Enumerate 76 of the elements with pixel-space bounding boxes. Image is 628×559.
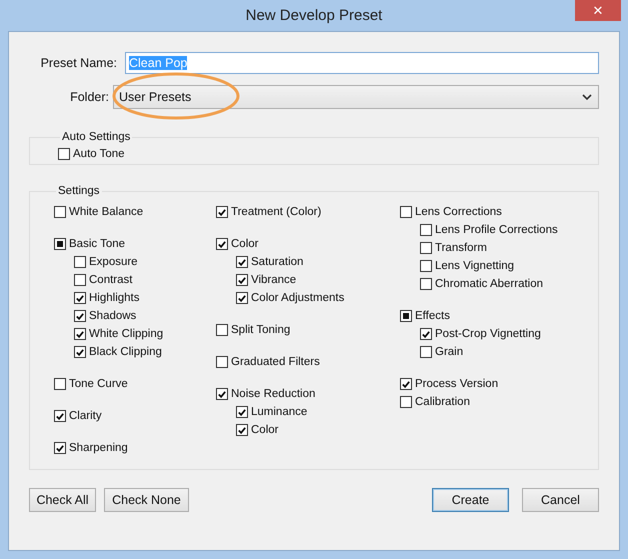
checkbox[interactable] — [420, 278, 432, 290]
checkbox-label[interactable]: Lens Profile Corrections — [435, 224, 558, 236]
checkbox-label[interactable]: Highlights — [89, 292, 140, 304]
checkbox[interactable] — [420, 346, 432, 358]
checkbox[interactable] — [74, 328, 86, 340]
checkbox-label[interactable]: Tone Curve — [69, 378, 128, 390]
group-title: Settings — [57, 185, 101, 197]
field-label: Folder: — [69, 90, 109, 104]
checkbox-label[interactable]: Chromatic Aberration — [435, 278, 544, 290]
checkbox-label[interactable]: Sharpening — [69, 442, 128, 454]
checkbox[interactable] — [54, 442, 66, 454]
checkbox[interactable] — [216, 356, 228, 368]
dialog-button[interactable]: Check None — [104, 488, 189, 512]
checkbox[interactable] — [216, 206, 228, 218]
checkbox[interactable] — [420, 242, 432, 254]
folder-dropdown[interactable]: User Presets — [113, 85, 599, 109]
checkbox[interactable] — [400, 206, 412, 218]
checkbox-label[interactable]: Calibration — [415, 396, 470, 408]
checkbox-label[interactable]: Color — [251, 424, 278, 436]
close-button[interactable]: ✕ — [575, 0, 621, 21]
checkbox-label[interactable]: Graduated Filters — [231, 356, 320, 368]
checkbox[interactable] — [400, 396, 412, 408]
group-title: Auto Settings — [61, 131, 132, 143]
checkbox-label[interactable]: Clarity — [69, 410, 102, 422]
checkbox-label[interactable]: Black Clipping — [89, 346, 162, 358]
checkbox-label[interactable]: Vibrance — [251, 274, 296, 286]
checkbox-label[interactable]: Shadows — [89, 310, 136, 322]
checkbox-label[interactable]: Auto Tone — [73, 148, 125, 160]
checkbox[interactable] — [74, 256, 86, 268]
checkbox-label[interactable]: Basic Tone — [69, 238, 126, 250]
checkbox-label[interactable]: White Balance — [69, 206, 144, 218]
checkbox-label[interactable]: Saturation — [251, 256, 304, 268]
checkbox[interactable] — [236, 406, 248, 418]
dialog-button[interactable]: Check All — [29, 488, 96, 512]
checkbox[interactable] — [216, 238, 228, 250]
checkbox-label[interactable]: Noise Reduction — [231, 388, 316, 400]
checkbox-label[interactable]: Exposure — [89, 256, 138, 268]
checkbox[interactable] — [74, 274, 86, 286]
dialog-button[interactable]: Create — [432, 488, 509, 512]
checkbox-label[interactable]: Post-Crop Vignetting — [435, 328, 541, 340]
checkbox-label[interactable]: Grain — [435, 346, 464, 358]
checkbox-label[interactable]: Lens Corrections — [415, 206, 502, 218]
checkbox[interactable] — [216, 324, 228, 336]
window-title: New Develop Preset — [246, 7, 382, 24]
checkbox[interactable] — [74, 346, 86, 358]
checkbox[interactable] — [54, 378, 66, 390]
dialog-button[interactable]: Cancel — [522, 488, 599, 512]
checkbox[interactable] — [400, 378, 412, 390]
checkbox[interactable] — [420, 224, 432, 236]
checkbox[interactable] — [216, 388, 228, 400]
checkbox-label[interactable]: Lens Vignetting — [435, 260, 514, 272]
checkbox[interactable] — [236, 424, 248, 436]
checkbox-label[interactable]: Process Version — [415, 378, 498, 390]
checkbox-label[interactable]: Treatment (Color) — [231, 206, 322, 218]
checkbox[interactable] — [54, 410, 66, 422]
checkbox[interactable] — [236, 292, 248, 304]
checkbox[interactable] — [400, 310, 412, 322]
checkbox[interactable] — [54, 206, 66, 218]
checkbox-label[interactable]: Split Toning — [231, 324, 290, 336]
checkbox[interactable] — [54, 238, 66, 250]
checkbox-label[interactable]: Transform — [435, 242, 487, 254]
checkbox-label[interactable]: Contrast — [89, 274, 132, 286]
checkbox-label[interactable]: Effects — [415, 310, 450, 322]
checkbox[interactable] — [236, 256, 248, 268]
checkbox[interactable] — [420, 260, 432, 272]
checkbox-label[interactable]: Color — [231, 238, 258, 250]
caret-icon — [582, 94, 592, 100]
checkbox[interactable] — [74, 292, 86, 304]
checkbox[interactable] — [420, 328, 432, 340]
field-label: Preset Name: — [40, 56, 117, 70]
checkbox[interactable] — [236, 274, 248, 286]
checkbox-label[interactable]: Luminance — [251, 406, 308, 418]
checkbox[interactable] — [74, 310, 86, 322]
checkbox[interactable] — [58, 148, 70, 160]
checkbox-label[interactable]: Color Adjustments — [251, 292, 344, 304]
checkbox-label[interactable]: White Clipping — [89, 328, 164, 340]
